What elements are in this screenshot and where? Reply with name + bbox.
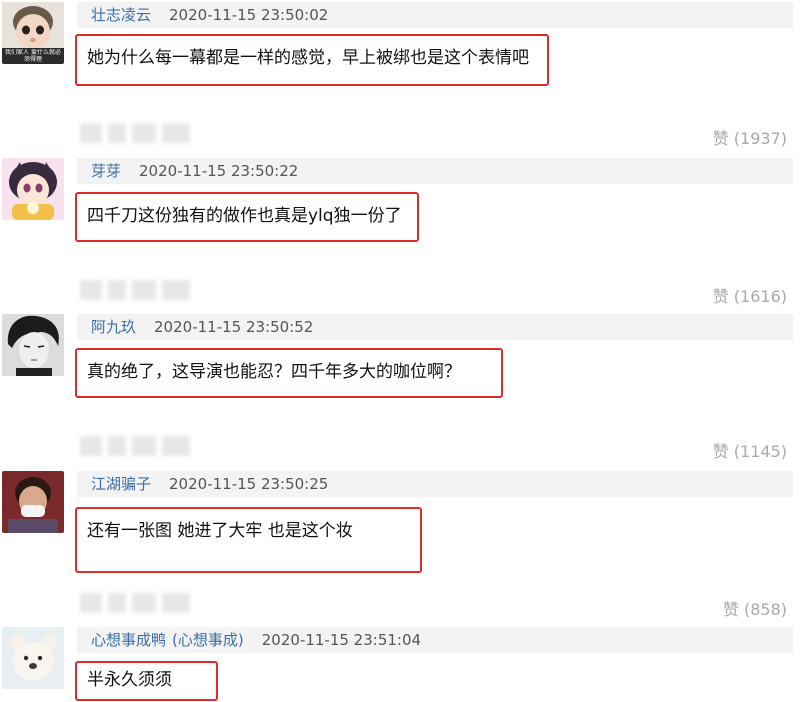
comment-content: 真的绝了，这导演也能忍？四千年多大的咖位啊？ bbox=[75, 348, 503, 398]
comment-text: 半永久须须 bbox=[87, 670, 172, 690]
comment-meta: 壮志凌云 2020-11-15 23:50:02 bbox=[77, 2, 793, 28]
avatar[interactable]: 我们家人 爱什么就必须得理 bbox=[2, 2, 64, 64]
comment-content: 半永久须须 bbox=[75, 661, 218, 701]
like-button[interactable]: 赞 (1616) bbox=[713, 283, 787, 307]
username[interactable]: 阿九玖 bbox=[91, 318, 136, 336]
comment-content: 她为什么每一幕都是一样的感觉，早上被绑也是这个表情吧 bbox=[75, 34, 549, 86]
comment-meta: 江湖骗子 2020-11-15 23:50:25 bbox=[77, 471, 793, 497]
avatar[interactable] bbox=[2, 627, 64, 689]
timestamp: 2020-11-15 23:51:04 bbox=[261, 631, 422, 649]
comment-content: 四千刀这份独有的做作也真是ylq独一份了 bbox=[75, 192, 419, 242]
comment-meta: 芽芽 2020-11-15 23:50:22 bbox=[77, 158, 793, 184]
blurred-reply bbox=[80, 593, 190, 613]
blurred-reply bbox=[80, 123, 190, 143]
comment-text: 她为什么每一幕都是一样的感觉，早上被绑也是这个表情吧 bbox=[87, 48, 529, 68]
timestamp: 2020-11-15 23:50:52 bbox=[154, 318, 314, 336]
comment-text: 真的绝了，这导演也能忍？四千年多大的咖位啊？ bbox=[87, 362, 461, 382]
username[interactable]: 江湖骗子 bbox=[91, 475, 151, 493]
blurred-reply bbox=[80, 280, 190, 300]
avatar[interactable] bbox=[2, 314, 64, 376]
timestamp: 2020-11-15 23:50:22 bbox=[139, 162, 299, 180]
comment-text: 还有一张图 她进了大牢 也是这个妆 bbox=[87, 521, 353, 541]
username-alias[interactable]: (心想事成) bbox=[172, 631, 244, 649]
username[interactable]: 芽芽 bbox=[91, 162, 121, 180]
avatar-caption: 我们家人 爱什么就必须得理 bbox=[5, 49, 61, 63]
comment-text: 四千刀这份独有的做作也真是ylq独一份了 bbox=[87, 206, 402, 226]
like-button[interactable]: 赞 (1937) bbox=[713, 125, 787, 149]
username[interactable]: 壮志凌云 bbox=[91, 6, 151, 24]
like-button[interactable]: 赞 (858) bbox=[723, 596, 787, 620]
comment-meta: 阿九玖 2020-11-15 23:50:52 bbox=[77, 314, 793, 340]
comment-content: 还有一张图 她进了大牢 也是这个妆 bbox=[75, 507, 422, 573]
avatar[interactable] bbox=[2, 471, 64, 533]
avatar[interactable] bbox=[2, 158, 64, 220]
username[interactable]: 心想事成鸭 bbox=[91, 631, 166, 649]
like-button[interactable]: 赞 (1145) bbox=[713, 438, 787, 462]
timestamp: 2020-11-15 23:50:25 bbox=[169, 475, 329, 493]
comment-meta: 心想事成鸭 (心想事成) 2020-11-15 23:51:04 bbox=[77, 627, 793, 653]
blurred-reply bbox=[80, 436, 190, 456]
timestamp: 2020-11-15 23:50:02 bbox=[169, 6, 329, 24]
